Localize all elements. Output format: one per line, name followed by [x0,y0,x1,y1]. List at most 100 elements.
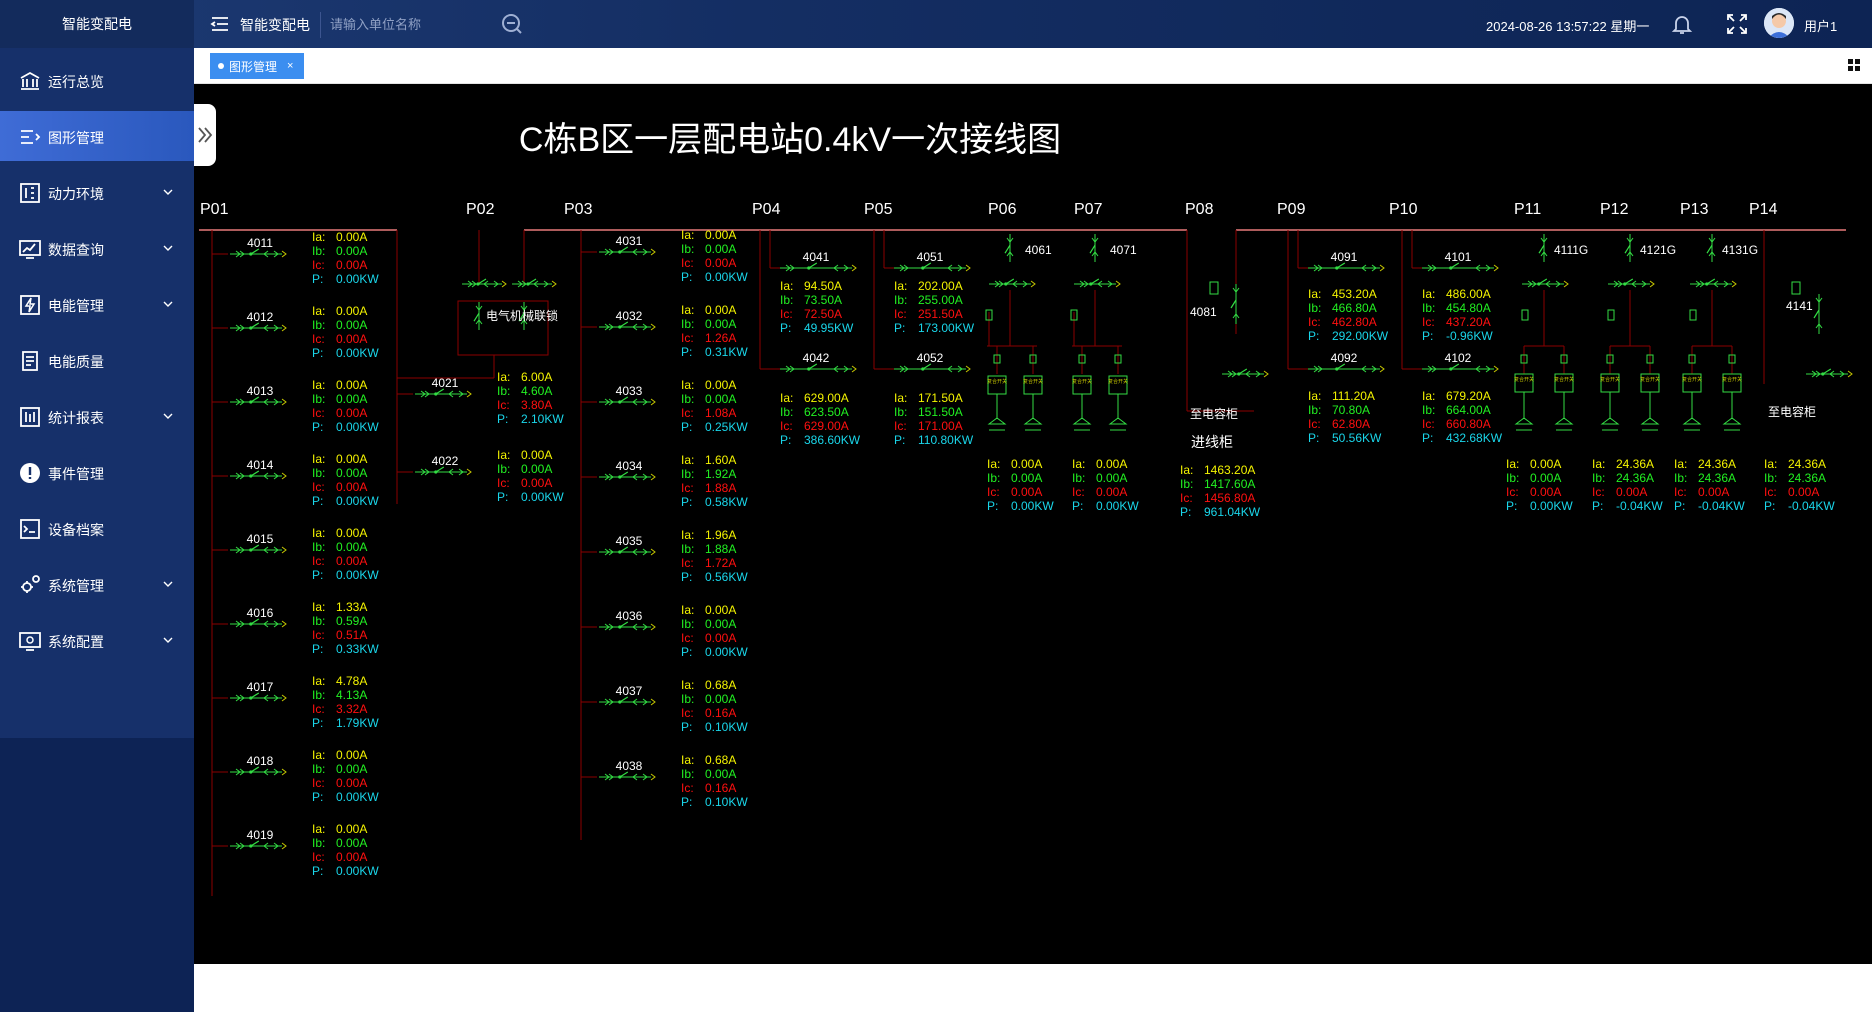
breaker-symbol[interactable] [989,278,1036,288]
chevron-down-icon[interactable] [163,187,173,197]
breaker-symbol[interactable] [1222,368,1269,378]
sidebar-item-3[interactable]: 动力环境 [0,167,194,217]
interlock-label: 电气机械联锁 [486,308,558,323]
breaker-symbol[interactable] [599,696,656,706]
breaker-symbol[interactable] [599,546,656,556]
header-divider [320,12,321,38]
breaker-symbol[interactable] [1308,262,1385,272]
reading-value-ia: 679.20A [1446,389,1491,403]
breaker-symbol[interactable] [1522,278,1569,288]
breaker-symbol[interactable] [230,248,287,258]
breaker-symbol[interactable] [1004,234,1014,262]
breaker-symbol[interactable] [230,322,287,332]
breaker-symbol[interactable] [599,621,656,631]
bell-icon[interactable] [1670,12,1694,36]
breaker-symbol[interactable] [1608,278,1655,288]
reading-value-ic: 0.00A [1616,485,1647,499]
sidebar-item-10[interactable]: 系统管理 [0,559,194,609]
feeder-id: 4022 [432,454,459,468]
reading-label: Ib: [1422,301,1435,315]
reading-label: P: [1422,329,1433,343]
breaker-symbol[interactable] [599,396,656,406]
sidebar-item-5[interactable]: 电能管理 [0,279,194,329]
breaker-symbol[interactable] [599,321,656,331]
sidebar-item-2[interactable]: 图形管理 [0,111,194,161]
breaker-symbol[interactable] [1089,234,1099,262]
search-input[interactable] [330,11,490,37]
chevron-down-icon[interactable] [163,635,173,645]
feeder-id: 4061 [1025,243,1052,257]
breaker-symbol[interactable] [415,388,472,398]
sidebar-item-label: 事件管理 [48,466,104,482]
breaker-symbol[interactable] [473,302,483,330]
reading-label: Ib: [1180,477,1193,491]
breaker-symbol[interactable] [1538,234,1548,262]
breaker-symbol[interactable] [230,544,287,554]
breaker-symbol[interactable] [1308,363,1385,373]
breaker-symbol[interactable] [599,246,656,256]
chevron-down-icon[interactable] [163,243,173,253]
breaker-symbol[interactable] [462,278,507,288]
chevron-down-icon[interactable] [163,411,173,421]
chevron-down-icon[interactable] [163,299,173,309]
breaker-symbol[interactable] [599,771,656,781]
breaker-symbol[interactable] [230,692,287,702]
breaker-symbol[interactable] [230,618,287,628]
reading-value-ib: 466.80A [1332,301,1377,315]
reading-value-ib: 1.88A [705,542,736,556]
sidebar-item-11[interactable]: 系统配置 [0,615,194,665]
reading-label: P: [1308,329,1319,343]
breaker-symbol[interactable] [512,278,557,288]
switch-box-label: 复合开关 [1023,378,1043,385]
reading-value-p: 0.00KW [705,645,748,659]
username[interactable]: 用户1 [1804,16,1837,35]
reading-label: Ic: [987,485,1000,499]
reading-value-p: 50.56KW [1332,431,1382,445]
breaker-symbol[interactable] [599,471,656,481]
reading-label: Ic: [681,631,694,645]
reading-label: Ia: [1072,457,1085,471]
reading-value-ia: 94.50A [804,279,842,293]
reading-value-p: 0.31KW [705,345,748,359]
reading-label: P: [312,716,323,730]
tab-close-icon[interactable]: × [287,60,293,72]
reading-value-ib: 0.00A [336,836,367,850]
breaker-symbol[interactable] [1074,278,1121,288]
sidebar-item-7[interactable]: 统计报表 [0,391,194,441]
reading-label: Ia: [894,279,907,293]
reading-label: Ib: [312,392,325,406]
breaker-symbol[interactable] [1422,262,1499,272]
breaker-symbol[interactable] [1624,234,1634,262]
breaker-symbol[interactable] [1422,363,1499,373]
breaker-symbol[interactable] [230,840,287,850]
breaker-symbol[interactable] [894,363,971,373]
tab-graphics-management[interactable]: 图形管理 × [210,53,304,79]
breaker-symbol[interactable] [415,466,472,476]
sidebar-item-6[interactable]: 电能质量 [0,335,194,385]
breaker-symbol[interactable] [1690,278,1737,288]
avatar[interactable] [1764,8,1794,38]
grid-icon[interactable] [1848,59,1860,71]
sidebar-item-4[interactable]: 数据查询 [0,223,194,273]
breaker-symbol[interactable] [1706,234,1716,262]
reading-label: P: [1764,499,1775,513]
chevron-down-icon[interactable] [163,579,173,589]
reading-value-ib: 0.00A [705,317,736,331]
breaker-symbol[interactable] [780,262,857,272]
breaker-symbol[interactable] [1230,284,1240,324]
search-icon[interactable] [500,12,524,36]
menu-icon[interactable] [210,14,230,34]
breaker-symbol[interactable] [230,766,287,776]
sidebar-item-1[interactable]: 运行总览 [0,55,194,105]
breaker-symbol[interactable] [894,262,971,272]
fullscreen-icon[interactable] [1726,13,1748,35]
breaker-symbol[interactable] [1806,368,1853,378]
sidebar-item-9[interactable]: 设备档案 [0,503,194,553]
sidebar-item-8[interactable]: 事件管理 [0,447,194,497]
breaker-symbol[interactable] [230,470,287,480]
breaker-symbol[interactable] [1813,294,1823,334]
breaker-symbol[interactable] [780,363,857,373]
panel-label: P02 [466,201,495,218]
reading-value-ib: 1417.60A [1204,477,1255,491]
breaker-symbol[interactable] [230,396,287,406]
